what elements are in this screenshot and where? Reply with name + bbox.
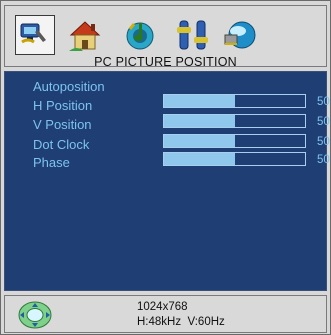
- home-icon[interactable]: [65, 15, 105, 55]
- osd-menu: PC PICTURE POSITION Autoposition H Posit…: [0, 0, 331, 335]
- phase-value: 50: [317, 154, 330, 166]
- h-position-slider[interactable]: [163, 94, 306, 108]
- signal-info-bar: 1024x768 H:48kHz V:60Hz: [4, 295, 327, 333]
- signal-resolution: 1024x768: [137, 301, 188, 313]
- dot-clock-label[interactable]: Dot Clock: [33, 137, 89, 152]
- h-position-value: 50: [317, 96, 330, 108]
- sound-icon[interactable]: [120, 15, 160, 55]
- menu-icon-bar: PC PICTURE POSITION: [4, 5, 327, 69]
- pc-setup-icon[interactable]: [15, 15, 55, 55]
- v-position-slider[interactable]: [163, 114, 306, 128]
- source-icon[interactable]: [221, 15, 261, 55]
- dot-clock-slider[interactable]: [163, 134, 306, 148]
- dot-clock-value: 50: [317, 136, 330, 148]
- features-icon[interactable]: [173, 15, 213, 55]
- v-position-value: 50: [317, 116, 330, 128]
- h-position-label[interactable]: H Position: [33, 98, 92, 113]
- v-position-label[interactable]: V Position: [33, 117, 92, 132]
- signal-frequency: H:48kHz V:60Hz: [137, 316, 225, 328]
- phase-label[interactable]: Phase: [33, 155, 70, 170]
- phase-slider[interactable]: [163, 152, 306, 166]
- h-position-slider-fill: [164, 95, 235, 107]
- menu-title: PC PICTURE POSITION: [94, 55, 237, 69]
- navigation-ring-icon: [17, 300, 53, 330]
- dot-clock-slider-fill: [164, 135, 235, 147]
- settings-panel: Autoposition H Position 50 V Position 50…: [4, 71, 330, 291]
- v-position-slider-fill: [164, 115, 235, 127]
- autoposition-item[interactable]: Autoposition: [33, 79, 105, 94]
- phase-slider-fill: [164, 153, 235, 165]
